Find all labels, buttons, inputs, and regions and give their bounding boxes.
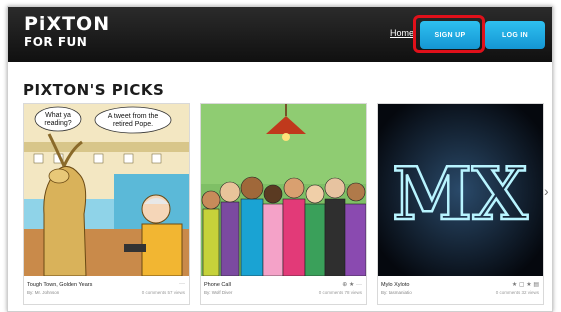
comic-thumbnail-1[interactable]: What ya reading? A tweet from the retire…: [24, 104, 189, 276]
card-1-title[interactable]: Tough Town, Golden Years: [27, 282, 92, 288]
home-link[interactable]: Home: [390, 28, 414, 38]
card-3-title[interactable]: Mylo Xyloto: [381, 282, 409, 288]
card-2-author[interactable]: By: Wolf Diver: [204, 290, 232, 295]
pixton-logo[interactable]: PiXTON FOR FUN: [24, 13, 111, 49]
log-in-button[interactable]: LOG IN: [485, 21, 545, 49]
logo-subtitle: FOR FUN: [24, 35, 88, 49]
browser-frame: PiXTON FOR FUN Home SIGN UP LOG IN PIXTO…: [7, 6, 553, 312]
comic-card-3[interactable]: MX ★ ▢ ★ ▤ Mylo Xyloto By: tasmaniatio 0…: [377, 103, 544, 305]
card-2-stats: 0 comments 78 views: [318, 290, 362, 295]
bubble-2-line-1: A tweet from the: [108, 113, 159, 120]
card-2-actions-icon[interactable]: ⊕ ★ ···: [342, 281, 362, 288]
comic-thumbnail-2[interactable]: [201, 104, 366, 276]
bubble-1-line-2: reading?: [44, 120, 71, 127]
bubble-1-line-1: What ya: [45, 112, 71, 119]
mx-art-text: MX: [392, 151, 528, 236]
comic-card-1[interactable]: What ya reading? A tweet from the retire…: [23, 103, 190, 305]
site-header: PiXTON FOR FUN Home SIGN UP LOG IN: [8, 7, 552, 62]
bubble-2-line-2: retired Pope.: [113, 121, 153, 128]
comic-thumbnail-3[interactable]: MX: [378, 104, 543, 276]
card-1-more-icon[interactable]: ···: [179, 281, 185, 287]
card-1-stats: 0 comments 57 views: [141, 290, 185, 295]
logo-brand: PiXTON: [24, 13, 111, 35]
card-1-author[interactable]: By: Mr. Johnson: [27, 290, 59, 295]
chevron-right-icon[interactable]: ›: [544, 183, 549, 199]
sign-up-highlight: [413, 15, 485, 53]
card-3-actions-icon[interactable]: ★ ▢ ★ ▤: [512, 281, 539, 288]
section-title: PIXTON'S PICKS: [23, 81, 165, 99]
card-3-author[interactable]: By: tasmaniatio: [381, 290, 412, 295]
card-3-stats: 0 comments 32 views: [495, 290, 539, 295]
comic-card-2[interactable]: ⊕ ★ ··· Phone Call By: Wolf Diver 0 comm…: [200, 103, 367, 305]
card-2-title[interactable]: Phone Call: [204, 282, 231, 288]
